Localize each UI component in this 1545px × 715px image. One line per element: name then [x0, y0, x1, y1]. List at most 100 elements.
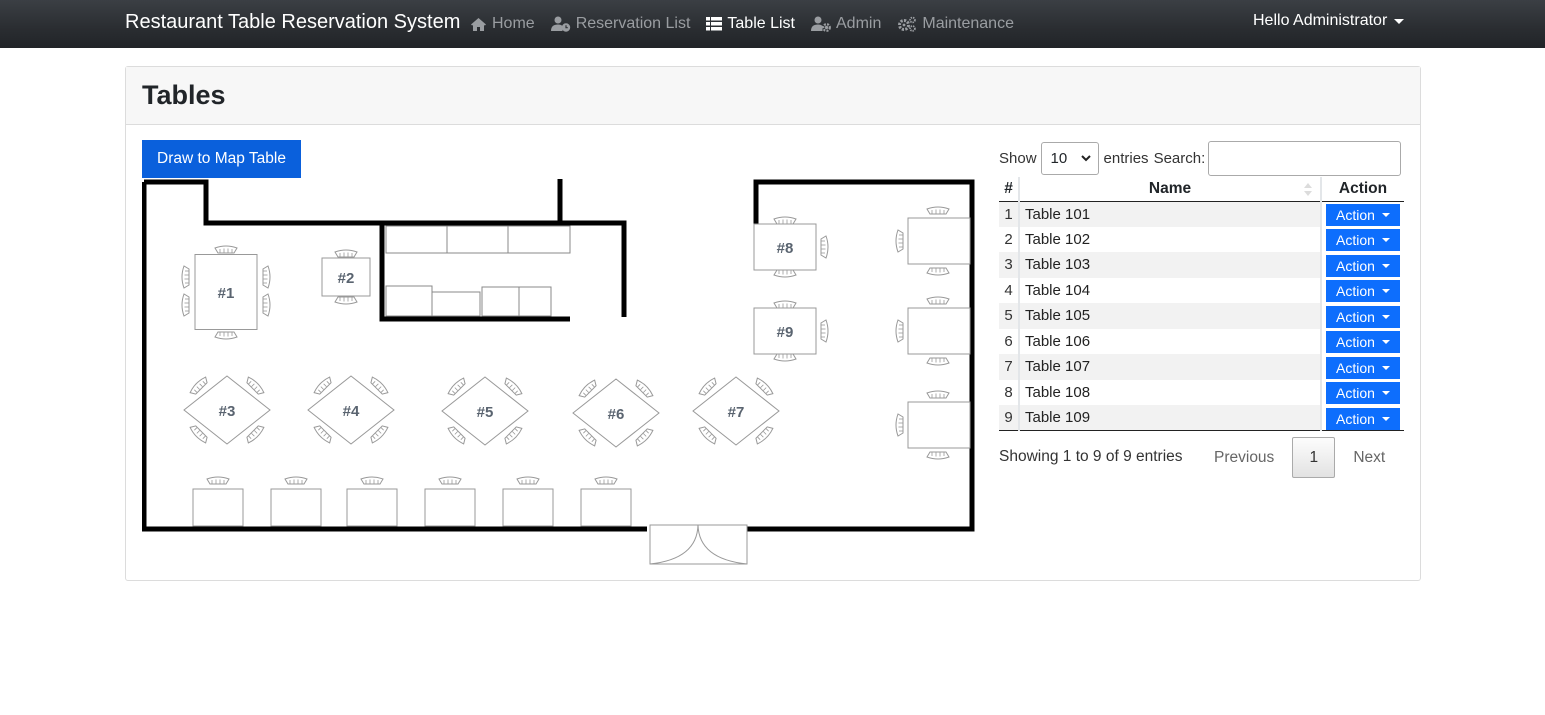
- user-clock-icon: [550, 16, 570, 32]
- table-row: 1 Table 101 Action: [999, 201, 1404, 227]
- action-dropdown-button[interactable]: Action: [1326, 229, 1400, 252]
- row-name: Table 102: [1019, 226, 1322, 252]
- action-dropdown-button[interactable]: Action: [1326, 305, 1400, 328]
- caret-down-icon: [1381, 391, 1390, 396]
- chair-icon: [206, 476, 230, 485]
- floor-plan-map[interactable]: #1 #2 #3 #4 #5 #6 #7 #8 #9: [141, 179, 976, 565]
- brand-title[interactable]: Restaurant Table Reservation System: [125, 11, 460, 34]
- booth-table: [192, 476, 244, 527]
- action-label: Action: [1336, 359, 1375, 376]
- sort-icon: [1304, 183, 1312, 196]
- caret-down-icon: [1381, 263, 1390, 268]
- search-input[interactable]: [1208, 141, 1402, 176]
- nav-table-list-label: Table List: [727, 15, 795, 32]
- caret-down-icon: [1381, 238, 1390, 243]
- nav-reservation-list[interactable]: Reservation List: [550, 15, 690, 33]
- chair-icon: [926, 206, 950, 215]
- page-title: Tables: [142, 80, 226, 110]
- nav-links: Home Reservation List Table List Admin M…: [470, 0, 1030, 48]
- user-menu-label: Hello Administrator: [1253, 12, 1388, 29]
- map-table-4[interactable]: #4: [307, 375, 395, 445]
- action-dropdown-button[interactable]: Action: [1326, 331, 1400, 354]
- right-booths: [895, 206, 971, 460]
- entrance-door: [649, 524, 748, 565]
- column-header-action: Action: [1321, 177, 1404, 202]
- map-table-1[interactable]: #1: [181, 245, 271, 340]
- pagination-page-1[interactable]: 1: [1292, 437, 1336, 478]
- booth-table: [895, 296, 971, 366]
- chair-icon: [926, 267, 950, 276]
- map-table-5[interactable]: #5: [441, 376, 529, 446]
- map-table-8[interactable]: #8: [753, 216, 829, 278]
- table-list-icon: [706, 17, 723, 31]
- map-table-7[interactable]: #7: [692, 376, 780, 446]
- table-row: 4 Table 104 Action: [999, 277, 1404, 303]
- show-label: Show: [999, 150, 1037, 167]
- row-name: Table 109: [1019, 405, 1322, 431]
- row-name: Table 104: [1019, 277, 1322, 303]
- action-dropdown-button[interactable]: Action: [1326, 254, 1400, 277]
- booth-table: [270, 476, 322, 527]
- chair-icon: [594, 476, 618, 485]
- row-name: Table 103: [1019, 252, 1322, 278]
- action-dropdown-button[interactable]: Action: [1326, 382, 1400, 405]
- nav-maintenance[interactable]: Maintenance: [897, 15, 1014, 33]
- user-cog-icon: [811, 16, 831, 32]
- action-label: Action: [1336, 410, 1375, 427]
- booth-table: [895, 390, 971, 460]
- action-label: Action: [1336, 283, 1375, 300]
- action-label: Action: [1336, 308, 1375, 325]
- column-header-name-label: Name: [1148, 179, 1192, 197]
- booth-table: [424, 476, 476, 527]
- map-table-2[interactable]: #2: [321, 249, 371, 305]
- row-name: Table 101: [1019, 201, 1322, 227]
- action-dropdown-button[interactable]: Action: [1326, 356, 1400, 379]
- chair-icon: [820, 235, 829, 259]
- table-row: 2 Table 102 Action: [999, 226, 1404, 252]
- booth-table: [346, 476, 398, 527]
- row-number: 2: [999, 226, 1020, 252]
- entries-label: entries: [1103, 150, 1149, 167]
- table-row: 9 Table 109 Action: [999, 405, 1404, 431]
- cogs-icon: [898, 16, 917, 32]
- action-label: Action: [1336, 232, 1375, 249]
- floor-plan-svg: #1 #2 #3 #4 #5 #6 #7 #8 #9: [141, 179, 975, 565]
- chair-icon: [334, 249, 358, 258]
- chair-icon: [181, 293, 190, 317]
- chair-icon: [773, 353, 797, 362]
- column-header-number[interactable]: #: [999, 177, 1020, 202]
- chair-icon: [214, 245, 238, 254]
- action-dropdown-button[interactable]: Action: [1326, 407, 1400, 430]
- map-table-6[interactable]: #6: [572, 378, 660, 448]
- map-table-label: #8: [777, 240, 794, 257]
- booth-table: [895, 206, 971, 276]
- row-number: 3: [999, 252, 1020, 278]
- nav-maintenance-label: Maintenance: [922, 15, 1014, 32]
- entries-length-select[interactable]: 10: [1040, 142, 1099, 175]
- row-number: 9: [999, 405, 1020, 431]
- search-label: Search:: [1153, 150, 1206, 167]
- row-name: Table 107: [1019, 354, 1322, 380]
- action-dropdown-button[interactable]: Action: [1326, 204, 1400, 226]
- chair-icon: [284, 476, 308, 485]
- table-header-row: # Name Action: [999, 177, 1404, 202]
- nav-home[interactable]: Home: [470, 15, 535, 33]
- pagination-next[interactable]: Next: [1341, 449, 1397, 467]
- home-icon: [471, 17, 486, 31]
- draw-to-map-table-button[interactable]: Draw to Map Table: [142, 140, 301, 178]
- map-table-label: #4: [343, 403, 360, 420]
- user-menu-dropdown[interactable]: Hello Administrator: [1253, 12, 1405, 30]
- pagination-previous[interactable]: Previous: [1202, 449, 1286, 467]
- column-header-name[interactable]: Name: [1019, 177, 1322, 202]
- map-table-label: #1: [218, 285, 235, 302]
- chevron-down-icon: [1080, 155, 1091, 162]
- action-dropdown-button[interactable]: Action: [1326, 280, 1400, 303]
- table-row: 3 Table 103 Action: [999, 252, 1404, 278]
- nav-table-list[interactable]: Table List: [706, 15, 795, 33]
- action-label: Action: [1336, 385, 1375, 402]
- map-table-9[interactable]: #9: [753, 300, 829, 362]
- caret-down-icon: [1381, 314, 1390, 319]
- nav-admin[interactable]: Admin: [811, 15, 881, 33]
- caret-down-icon: [1381, 340, 1390, 345]
- map-table-3[interactable]: #3: [183, 375, 271, 445]
